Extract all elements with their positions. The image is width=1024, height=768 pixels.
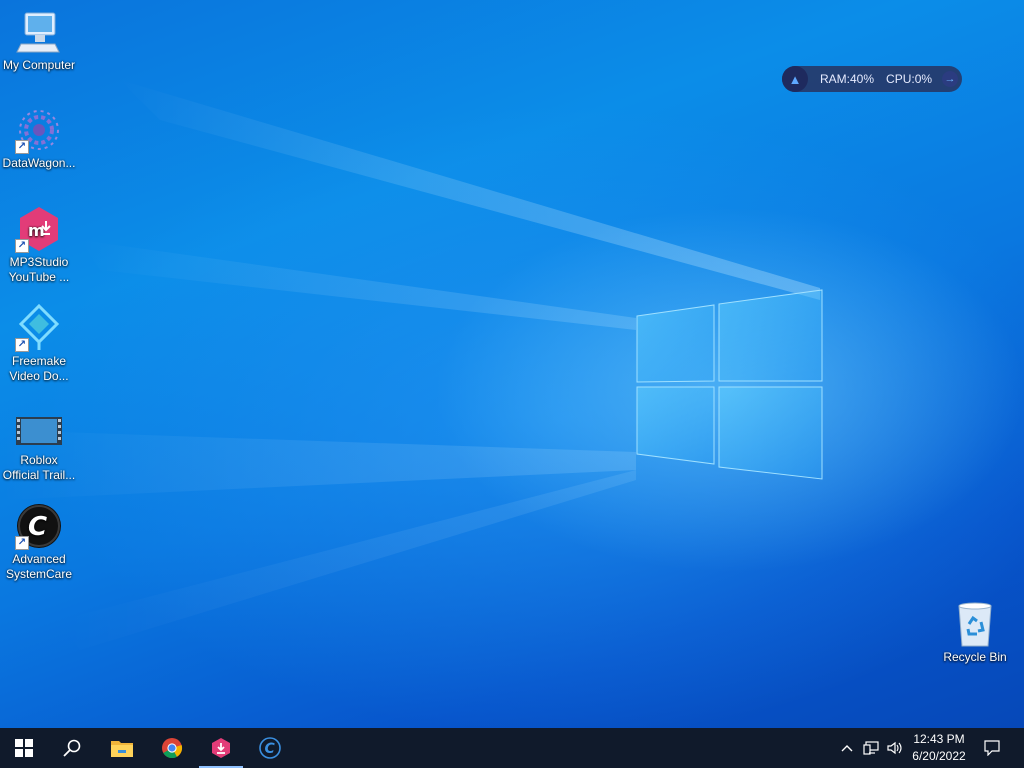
volume-button[interactable] — [884, 728, 906, 768]
shortcut-arrow-icon: ↗ — [15, 239, 29, 253]
desktop-icon-label: Roblox Official Trail... — [2, 453, 76, 482]
search-icon — [63, 739, 81, 757]
desktop-icon-label: My Computer — [2, 58, 76, 72]
computer-icon — [15, 8, 63, 56]
mp3studio-icon: m ↗ — [15, 205, 63, 253]
taskbar-systemcare[interactable]: C — [246, 728, 294, 768]
taskbar-clock[interactable]: 12:43 PM 6/20/2022 — [906, 731, 972, 765]
desktop[interactable]: My Computer ↗ DataWagon... m ↗ MP3Studio — [0, 0, 1024, 728]
desktop-icon-datawagon[interactable]: ↗ DataWagon... — [0, 106, 78, 171]
search-button[interactable] — [48, 728, 96, 768]
cpu-usage: CPU:0% — [886, 72, 933, 86]
desktop-icon-label: Advanced SystemCare — [5, 552, 73, 581]
ram-usage: RAM:40% — [820, 72, 875, 86]
mp3studio-icon — [212, 738, 230, 758]
windows-logo-wallpaper — [636, 289, 823, 480]
svg-text:C: C — [265, 741, 276, 757]
clock-date: 6/20/2022 — [912, 749, 966, 763]
desktop-icon-advanced-systemcare[interactable]: C ↗ Advanced SystemCare — [0, 502, 78, 582]
clock-time: 12:43 PM — [913, 732, 965, 746]
shortcut-arrow-icon: ↗ — [15, 140, 29, 154]
start-icon — [15, 739, 33, 757]
action-center-button[interactable] — [980, 728, 1004, 768]
desktop-icon-roblox-trailer[interactable]: Roblox Official Trail... — [0, 403, 78, 483]
chrome-icon — [162, 738, 183, 759]
freemake-icon: ↗ — [15, 303, 63, 352]
systemcare-icon: C — [259, 737, 281, 759]
taskbar-file-explorer[interactable] — [98, 728, 146, 768]
taskbar-mp3studio[interactable] — [197, 728, 245, 768]
desktop-icon-label: DataWagon... — [2, 156, 76, 170]
desktop-icon-label: Freemake Video Do... — [9, 354, 69, 383]
wallpaper-light-beams — [0, 80, 823, 650]
notification-icon — [984, 740, 1000, 756]
shortcut-arrow-icon: ↗ — [15, 536, 29, 550]
desktop-icon-recycle-bin[interactable]: Recycle Bin — [936, 600, 1014, 665]
desktop-icon-mp3studio[interactable]: m ↗ MP3Studio YouTube ... — [0, 205, 78, 285]
taskbar: C 12:43 PM 6/20/2022 — [0, 728, 1024, 768]
volume-icon — [887, 741, 902, 755]
desktop-icon-label: MP3Studio YouTube ... — [8, 255, 70, 284]
desktop-icon-my-computer[interactable]: My Computer — [0, 8, 78, 73]
network-button[interactable] — [860, 728, 882, 768]
start-button[interactable] — [0, 728, 48, 768]
show-hidden-icons-button[interactable] — [836, 728, 858, 768]
taskbar-chrome[interactable] — [148, 728, 196, 768]
desktop-icon-freemake[interactable]: ↗ Freemake Video Do... — [0, 303, 78, 384]
file-explorer-icon — [111, 741, 133, 757]
video-file-icon — [15, 403, 63, 451]
systemcare-icon: C ↗ — [15, 502, 63, 550]
chevron-up-icon — [841, 745, 853, 752]
datawagon-icon: ↗ — [15, 106, 63, 154]
recycle-bin-icon — [951, 600, 999, 648]
svg-text:m: m — [28, 221, 45, 240]
desktop-icon-label: Recycle Bin — [943, 650, 1007, 664]
network-icon — [863, 741, 879, 755]
system-monitor-widget[interactable]: ▲ RAM:40% CPU:0% → — [782, 66, 962, 92]
svg-text:C: C — [28, 512, 47, 542]
rocket-icon[interactable]: ▲ — [782, 66, 808, 92]
arrow-right-icon[interactable]: → — [942, 71, 958, 87]
shortcut-arrow-icon: ↗ — [15, 338, 29, 352]
